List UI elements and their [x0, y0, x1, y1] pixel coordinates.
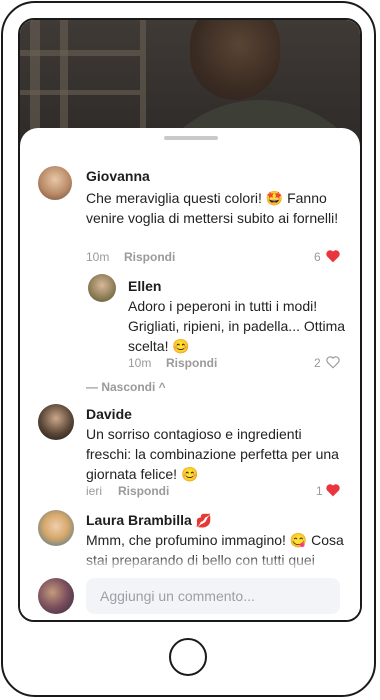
comment-time: 10m	[86, 250, 110, 264]
reply-button[interactable]: Rispondi	[166, 356, 217, 370]
comment-text: Mmm, che profumino immagino! 😋 Cosa stai…	[86, 530, 348, 570]
app-screen: Giovanna Che meraviglia questi colori! 🤩…	[18, 18, 362, 622]
avatar-laura[interactable]	[38, 510, 74, 546]
comment-text-body: Che meraviglia questi colori! 🤩 Fanno ve…	[86, 190, 339, 226]
home-button[interactable]	[169, 638, 207, 676]
like-count: 2	[314, 356, 321, 370]
reply-button[interactable]: Rispondi	[124, 250, 175, 264]
comment-author[interactable]: Laura Brambilla 💋	[86, 512, 212, 529]
comment-time: 10m	[128, 356, 152, 370]
hide-replies-button[interactable]: — Nascondi ^	[86, 380, 166, 394]
drag-handle[interactable]	[164, 136, 218, 140]
lips-badge-icon: 💋	[195, 513, 212, 528]
like-count: 1	[316, 484, 323, 498]
comment-time: ieri	[86, 484, 103, 498]
heart-filled-icon[interactable]	[325, 483, 341, 497]
comment-text: Che meraviglia questi colori! 🤩 Fanno ve…	[86, 188, 348, 228]
heart-outline-icon[interactable]	[325, 355, 341, 369]
reply-button[interactable]: Rispondi	[118, 484, 169, 498]
comment-input[interactable]: Aggiungi un commento...	[86, 578, 340, 614]
avatar-davide[interactable]	[38, 404, 74, 440]
comment-text: Adoro i peperoni in tutti i modi! Grigli…	[128, 296, 350, 356]
comment-author[interactable]: Davide	[86, 406, 132, 422]
author-name: Laura Brambilla	[86, 512, 192, 528]
heart-filled-icon[interactable]	[325, 249, 341, 263]
like-count: 6	[314, 250, 321, 264]
comment-text-body: Mmm, che profumino immagino! 😋 Cosa stai…	[86, 532, 344, 568]
avatar-ellen[interactable]	[88, 274, 116, 302]
current-user-avatar[interactable]	[38, 578, 74, 614]
comment-text-body: Un sorriso contagioso e ingredienti fres…	[86, 426, 339, 482]
comment-text: Un sorriso contagioso e ingredienti fres…	[86, 424, 348, 484]
comment-author[interactable]: Giovanna	[86, 168, 150, 184]
comments-sheet: Giovanna Che meraviglia questi colori! 🤩…	[20, 128, 360, 620]
comment-text-body: Adoro i peperoni in tutti i modi! Grigli…	[128, 298, 346, 354]
comment-author[interactable]: Ellen	[128, 278, 161, 294]
comment-composer: Aggiungi un commento...	[20, 568, 360, 620]
avatar-giovanna[interactable]	[38, 166, 72, 200]
